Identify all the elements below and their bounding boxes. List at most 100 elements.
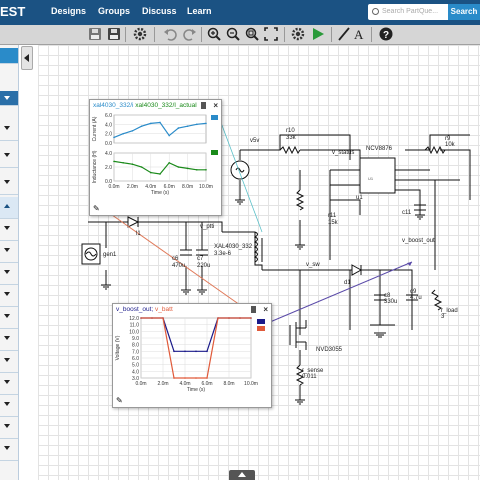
data-point (217, 317, 219, 319)
data-point (195, 377, 197, 379)
data-point (159, 121, 161, 124)
plot1-title-series-b: xal4030_332/l_actual (135, 102, 197, 109)
plot2-title-series-a: v_boost_out (116, 306, 152, 313)
edit-plot-icon[interactable]: ✎ (93, 204, 100, 213)
data-point (151, 317, 153, 319)
label-c11: c11 (402, 210, 412, 216)
label-gen1: gen1 (103, 252, 117, 258)
data-point (122, 162, 124, 164)
label-c6: c6 (172, 256, 179, 262)
legend-swatch-v-boost-out (257, 319, 265, 324)
plot1-title-series-a: xal4030_332/i (93, 102, 134, 109)
data-point (184, 377, 186, 379)
plot2-xtick-label: 10.0m (244, 381, 258, 387)
data-point (205, 169, 207, 171)
data-point (168, 162, 170, 164)
data-point (177, 166, 180, 168)
data-point (206, 350, 208, 353)
resistor-rload (431, 289, 443, 311)
label-v5v: v5v (250, 138, 260, 144)
legend-swatch-v-batt (257, 326, 265, 331)
plot1-top-frame (113, 114, 207, 144)
close-icon[interactable]: × (263, 305, 268, 314)
plot2-ytick-label: 8.0 (132, 343, 139, 349)
plot1-bottom-xtick-label: 0.0m (108, 184, 119, 190)
plot2-ylabel: Voltage (V) (115, 335, 121, 360)
plot2-ytick-label: 5.0 (132, 363, 139, 369)
data-point (196, 169, 198, 171)
data-point (177, 127, 180, 129)
plot2-ytick-label: 4.0 (132, 369, 139, 375)
label-c7: c7 (197, 256, 204, 262)
probe-wire-inductor (219, 119, 263, 233)
plot2-xtick-label: 8.0m (223, 381, 234, 387)
plot1-bottom-ylabel: Inductance (H) (92, 150, 98, 183)
edit-plot-icon[interactable]: ✎ (116, 396, 123, 405)
data-point (113, 136, 115, 139)
legend-swatch-inductance (211, 150, 218, 155)
plot1-bottom-xtick-label: 2.0m (127, 184, 138, 190)
plot1-top-ytick-label: 0.0 (105, 141, 112, 147)
pin-icon[interactable] (201, 102, 206, 109)
plot1-top-ytick-label: 6.0 (105, 113, 112, 119)
resistor-r10 (279, 145, 301, 155)
label-inductor-value: 3.3e-6 (214, 251, 232, 257)
diode-d1 (351, 264, 363, 276)
plot1-top-ytick-label: 4.0 (105, 122, 112, 128)
probe-wire-v-boost-out (269, 261, 413, 323)
label-inductor: XAL4030_332 (214, 244, 253, 250)
data-point (250, 317, 252, 319)
plot1-bottom-xlabel: Time (s) (151, 190, 169, 196)
capacitor-c7 (196, 249, 208, 256)
label-v-sw: v_sw (306, 262, 320, 268)
pin-icon[interactable] (251, 306, 256, 313)
data-point (195, 350, 197, 353)
label-c6-value: 470u (172, 263, 186, 269)
label-r10-value: 33k (286, 135, 296, 141)
data-point (206, 377, 208, 379)
data-point (173, 377, 175, 379)
plot1-bottom-xtick-label: 8.0m (182, 184, 193, 190)
voltage-source-v5v (230, 160, 250, 180)
data-point (228, 317, 230, 319)
probe-plot-window-inductor[interactable]: xal4030_332/i xal4030_332/l_actual × 6.0… (89, 99, 222, 216)
label-d1: d1 (344, 280, 351, 286)
data-point (113, 160, 115, 163)
data-point (122, 132, 124, 135)
data-point (168, 134, 170, 137)
plot2-xtick-label: 0.0m (135, 381, 146, 387)
data-point (140, 125, 143, 127)
label-r10: r10 (286, 128, 295, 134)
label-c8-value: 330u (384, 299, 398, 305)
plot2-ytick-label: 10.0 (129, 329, 139, 335)
plot1-top-ytick-label: 2.0 (105, 132, 112, 138)
plot1-bottom-ytick-label: 2.0 (105, 165, 112, 171)
data-point (184, 350, 186, 353)
data-point (140, 317, 142, 319)
data-point (150, 171, 152, 174)
data-point (150, 122, 152, 125)
data-point (140, 166, 143, 168)
plot1-top-ylabel: Current (A) (92, 116, 98, 141)
plot1-bottom-xtick-label: 10.0m (199, 184, 213, 190)
data-point (162, 317, 164, 319)
label-c9-value: 4.7u (410, 295, 422, 301)
plot2-title: v_boost_out; v_batt (116, 306, 173, 313)
plot2-ytick-label: 6.0 (132, 356, 139, 362)
label-r11-value: 15k (328, 220, 338, 226)
resistor-r11 (295, 189, 305, 211)
expand-panel-button[interactable] (229, 470, 255, 480)
plot2-title-series-b: v_batt (155, 306, 173, 313)
data-point (159, 173, 161, 175)
label-r-load-value: 3 (441, 314, 445, 320)
probe-plot-window-voltage[interactable]: v_boost_out; v_batt × 12.0 11.0 10.0 9.0 8.0… (112, 303, 272, 408)
data-point (186, 167, 189, 170)
plot2-ytick-label: 7.0 (132, 349, 139, 355)
label-l1: l1 (136, 231, 141, 237)
label-r11: r11 (328, 213, 337, 219)
label-v-boost-out: v_boost_out (402, 238, 435, 244)
plot1-bottom-ytick-label: 4.0 (105, 151, 112, 157)
data-point (239, 317, 241, 319)
plot1-title: xal4030_332/i xal4030_332/l_actual (93, 102, 197, 109)
close-icon[interactable]: × (213, 101, 218, 110)
